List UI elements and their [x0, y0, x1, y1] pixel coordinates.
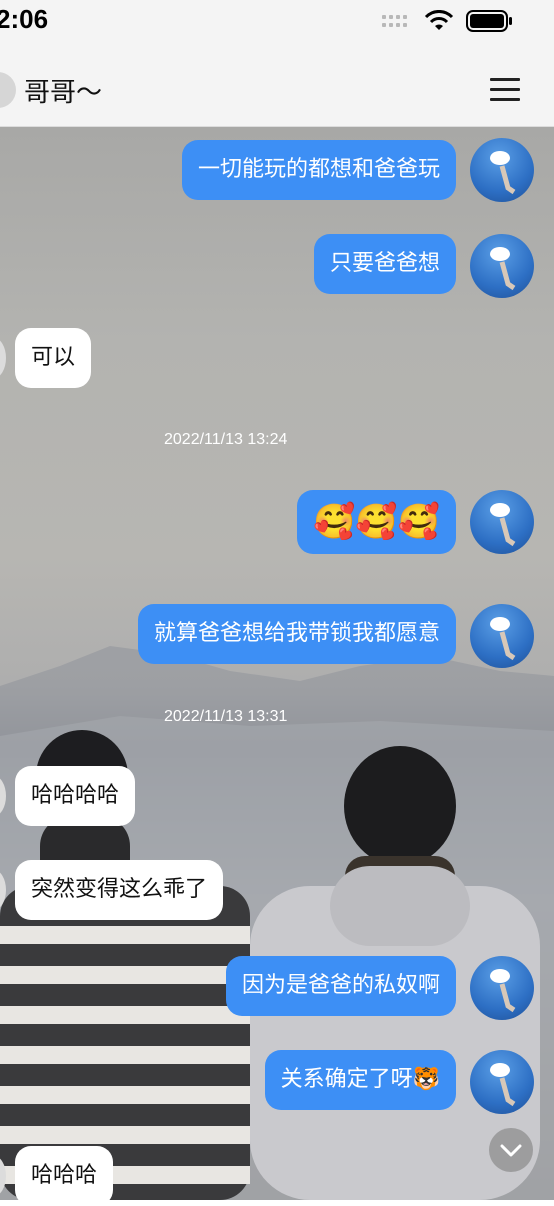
wifi-icon — [424, 10, 454, 30]
chat-title: 哥哥～ — [24, 78, 103, 108]
contact-avatar[interactable] — [0, 72, 16, 108]
message-bubble-outgoing[interactable]: 只要爸爸想 — [313, 234, 456, 294]
message-bubble-outgoing[interactable]: 关系确定了呀🐯 — [264, 1050, 456, 1110]
user-avatar[interactable] — [470, 234, 534, 298]
cloud-hand-avatar-icon — [490, 969, 516, 1013]
chat-header: 哥哥～ — [0, 44, 554, 127]
hamburger-menu-icon[interactable] — [490, 78, 520, 102]
message-bubble-incoming[interactable]: 突然变得这么乖了 — [15, 860, 224, 920]
battery-icon — [466, 10, 512, 32]
cloud-hand-avatar-icon — [490, 247, 516, 291]
user-avatar[interactable] — [470, 490, 534, 554]
status-time: 2:06 — [0, 4, 49, 34]
cloud-hand-avatar-icon — [490, 1063, 516, 1107]
timestamp: 2022/11/13 13:24 — [164, 431, 288, 448]
chevron-down-icon — [500, 1144, 522, 1157]
timestamp: 2022/11/13 13:31 — [164, 708, 288, 725]
user-avatar[interactable] — [470, 1050, 534, 1114]
cellular-signal-icon — [382, 15, 407, 27]
status-bar: 2:06 — [0, 0, 554, 44]
message-bubble-outgoing[interactable]: 因为是爸爸的私奴啊 — [225, 956, 456, 1016]
message-bubble-outgoing[interactable]: 一切能玩的都想和爸爸玩 — [181, 140, 456, 200]
message-bubble-outgoing[interactable]: 就算爸爸想给我带锁我都愿意 — [137, 604, 456, 664]
user-avatar[interactable] — [470, 604, 534, 668]
cloud-hand-avatar-icon — [490, 503, 516, 547]
message-bubble-incoming[interactable]: 哈哈哈哈 — [15, 766, 136, 826]
user-avatar[interactable] — [470, 956, 534, 1020]
message-bubble-outgoing[interactable]: 🥰🥰🥰 — [296, 490, 456, 554]
message-bubble-incoming[interactable]: 可以 — [15, 328, 92, 388]
message-bubble-incoming[interactable]: 哈哈哈 — [15, 1146, 114, 1206]
scroll-to-bottom-button[interactable] — [489, 1128, 533, 1172]
user-avatar[interactable] — [470, 138, 534, 202]
cloud-hand-avatar-icon — [490, 617, 516, 661]
cloud-hand-avatar-icon — [490, 151, 516, 195]
